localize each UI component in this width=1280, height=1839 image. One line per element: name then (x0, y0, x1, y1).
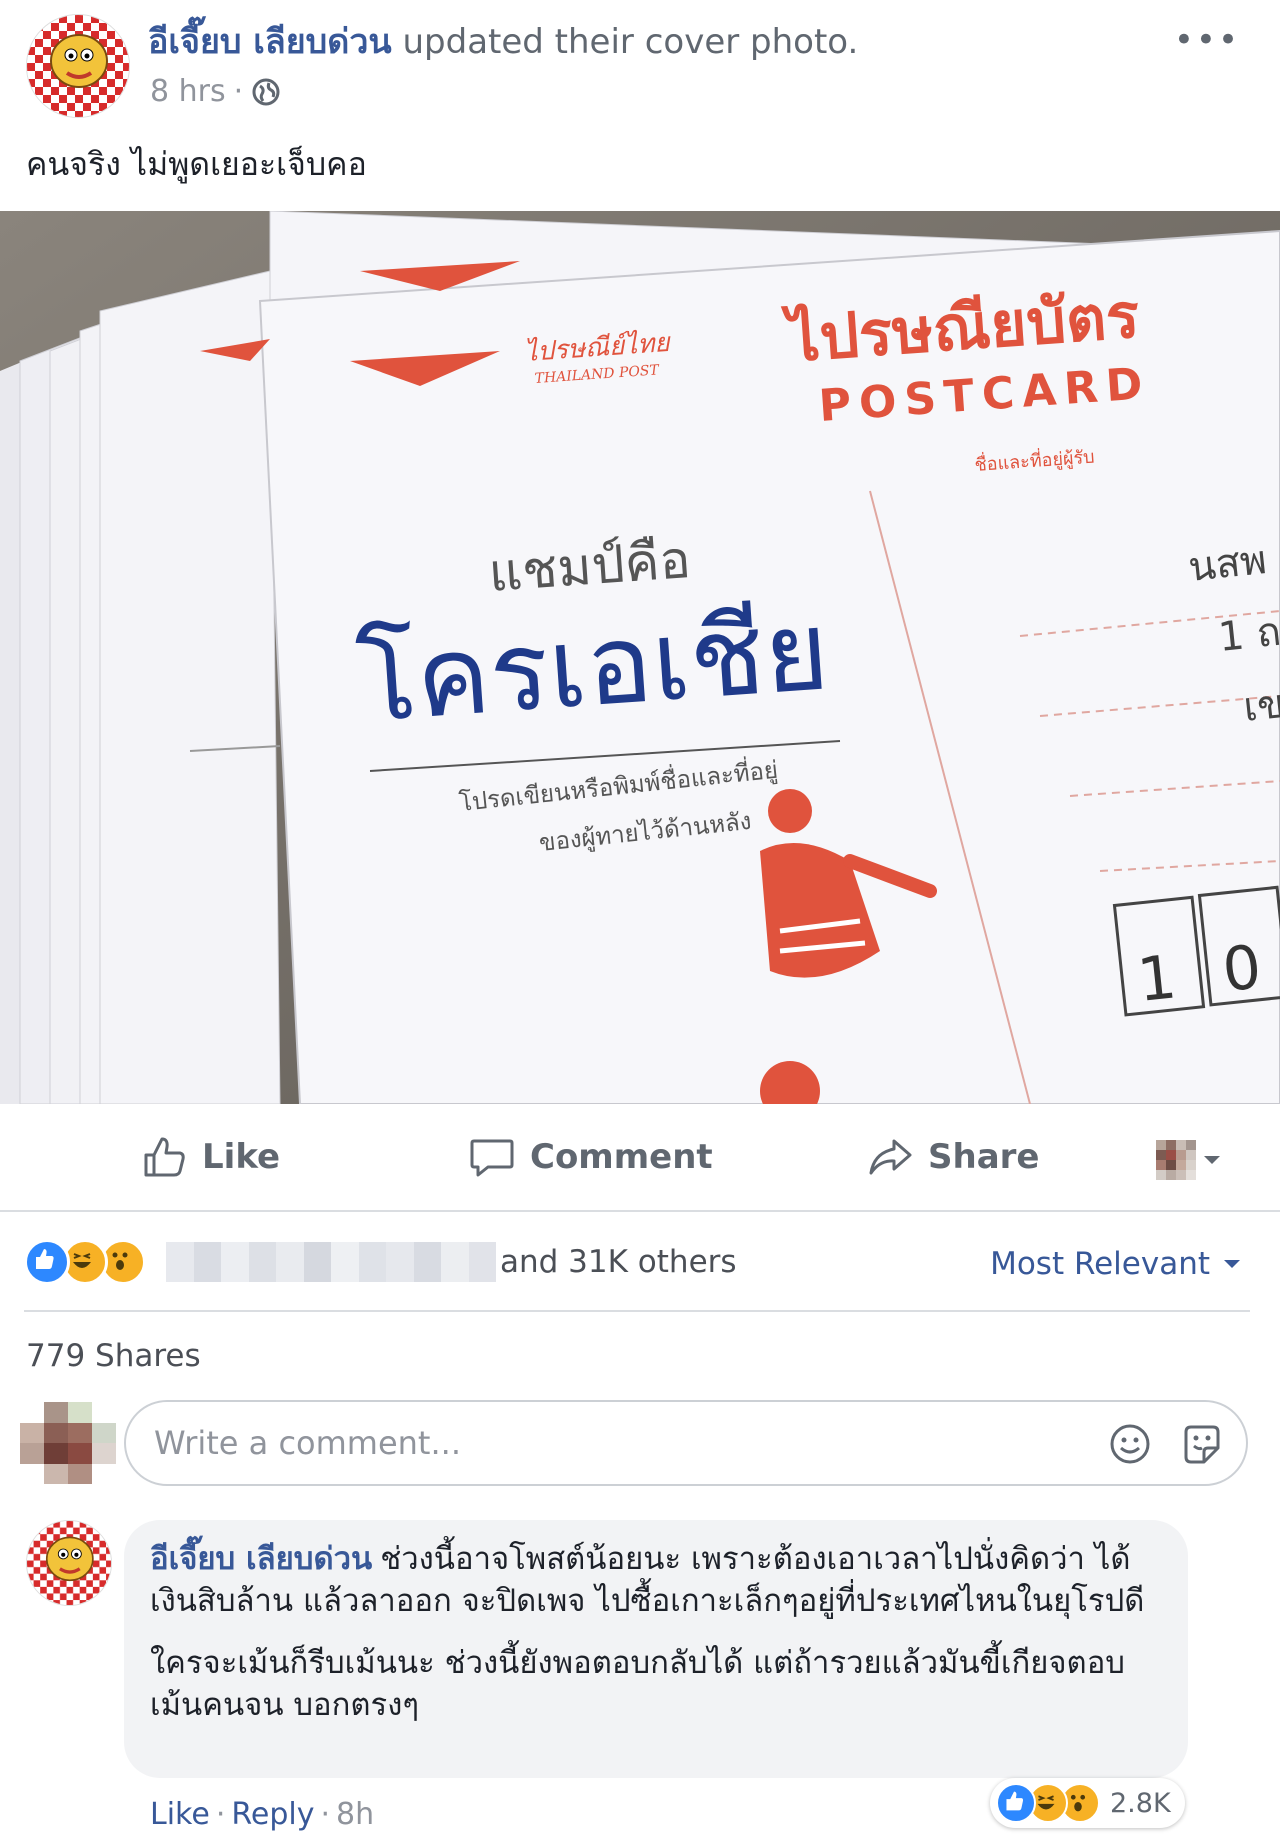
comment-like-link[interactable]: Like (150, 1797, 210, 1832)
emoji-button[interactable] (1108, 1422, 1152, 1470)
globe-icon[interactable] (251, 77, 281, 107)
postcard-photo: ไปรษณีย์ไทย THAILAND POST ไปรษณียบัตร PO… (0, 211, 1280, 1104)
comment-reaction-count: 2.8K (1110, 1787, 1171, 1819)
photo-right2: 1 ถ (1216, 609, 1280, 661)
share-arrow-icon (869, 1139, 912, 1175)
photo-box1: 1 (1134, 942, 1179, 1016)
post-action-bar: Like Comment Share (0, 1104, 1280, 1212)
sort-label: Most Relevant (990, 1246, 1210, 1282)
checkered-mascot-icon (27, 1521, 111, 1605)
sticker-icon (1184, 1425, 1220, 1464)
post-options-button[interactable]: ••• (1174, 20, 1240, 60)
share-label: Share (928, 1137, 1040, 1177)
post-header: อีเจี๊ยบ เลียบด่วน updated their cover p… (148, 20, 858, 64)
smiley-icon (1110, 1424, 1150, 1464)
post-meta: 8 hrs · (150, 72, 281, 112)
comment-author-link[interactable]: อีเจี๊ยบ เลียบด่วน (150, 1541, 372, 1577)
shares-count[interactable]: 779 Shares (26, 1334, 201, 1378)
comment-label: Comment (530, 1137, 713, 1177)
caret-down-icon (1204, 1156, 1220, 1164)
photo-right3: เข (1241, 681, 1280, 731)
meta-separator: · (233, 74, 244, 109)
comment-sort-dropdown[interactable]: Most Relevant (990, 1240, 1242, 1288)
cover-photo[interactable]: ไปรษณีย์ไทย THAILAND POST ไปรษณียบัตร PO… (0, 211, 1280, 1104)
comment-actions: Like · Reply · 8h (150, 1794, 374, 1836)
comment-reply-link[interactable]: Reply (231, 1797, 314, 1832)
post-caption: คนจริง ไม่พูดเยอะเจ็บคอ (26, 145, 367, 183)
comment-input[interactable] (124, 1400, 1248, 1486)
reaction-summary[interactable] (24, 1238, 496, 1286)
like-label: Like (202, 1137, 281, 1177)
checkered-mascot-icon (27, 15, 129, 117)
like-reaction-icon (996, 1783, 1036, 1823)
photo-right1: นสพ (1186, 537, 1269, 591)
commenter-avatar[interactable] (26, 1520, 112, 1606)
separator: · (215, 1797, 226, 1832)
divider (24, 1310, 1250, 1312)
like-reaction-icon (24, 1239, 70, 1285)
comment-paragraph-2: ใครจะเม้นก็รีบเม้นนะ ช่วงนี้ยังพอตอบกลับ… (150, 1645, 1125, 1723)
thumbs-up-icon (144, 1137, 185, 1177)
caret-down-icon (1224, 1260, 1240, 1268)
comment-button[interactable]: Comment (468, 1130, 713, 1184)
current-user-avatar (20, 1402, 116, 1484)
post-author-link[interactable]: อีเจี๊ยบ เลียบด่วน (148, 22, 392, 62)
reaction-others-text[interactable]: and 31K others (500, 1238, 737, 1286)
sticker-button[interactable] (1180, 1422, 1224, 1470)
speech-bubble-icon (470, 1139, 514, 1177)
reaction-as-selector[interactable] (1156, 1140, 1222, 1180)
post-timestamp[interactable]: 8 hrs (150, 72, 226, 112)
separator: · (320, 1797, 330, 1832)
share-button[interactable]: Share (866, 1130, 1039, 1184)
photo-box2: 0 (1219, 932, 1264, 1006)
blurred-names (166, 1242, 496, 1282)
comment-bubble: อีเจี๊ยบ เลียบด่วน ช่วงนี้อาจโพสต์น้อยนะ … (124, 1520, 1188, 1778)
like-button[interactable]: Like (140, 1130, 280, 1184)
pixelated-avatar (1156, 1140, 1196, 1180)
comment-timestamp[interactable]: 8h (336, 1797, 374, 1832)
page-avatar[interactable] (26, 14, 130, 118)
comment-reactions[interactable]: 2.8K (990, 1778, 1185, 1828)
post-action-text: updated their cover photo. (391, 22, 859, 62)
